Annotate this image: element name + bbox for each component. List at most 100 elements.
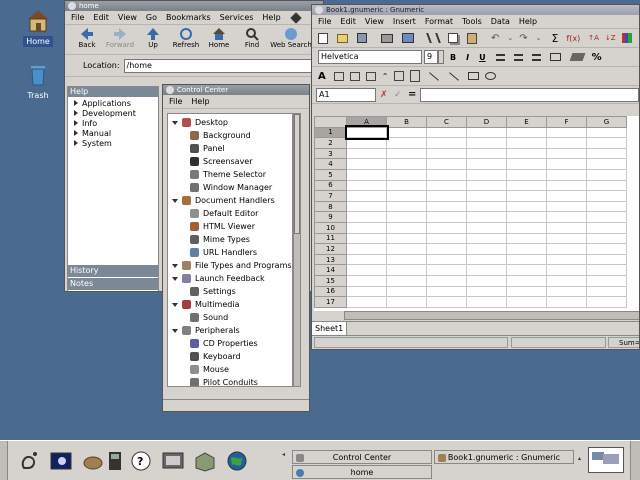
cell[interactable]	[546, 253, 587, 266]
window-menu-icon[interactable]	[315, 6, 323, 14]
tree-item[interactable]: Document Handlers	[168, 194, 292, 207]
cell[interactable]	[466, 296, 507, 308]
cell[interactable]	[426, 285, 467, 298]
print-icon[interactable]	[381, 33, 393, 43]
terminal-icon[interactable]	[108, 450, 130, 472]
expander-icon[interactable]	[172, 276, 178, 281]
cell[interactable]	[546, 232, 587, 245]
cell[interactable]	[426, 158, 467, 170]
nautilus-titlebar[interactable]: home	[65, 1, 323, 11]
cancel-edit-icon[interactable]: ✗	[380, 90, 392, 100]
task-control-center[interactable]: Control Center	[292, 450, 432, 464]
cell[interactable]	[546, 221, 587, 234]
cell[interactable]	[346, 285, 387, 298]
cell[interactable]	[506, 264, 547, 276]
desktop-icon-trash[interactable]: Trash	[14, 60, 62, 101]
cell[interactable]	[386, 264, 427, 276]
help-item-system[interactable]: System	[68, 139, 158, 149]
select-all-corner[interactable]	[314, 116, 347, 128]
column-header[interactable]: D	[466, 116, 507, 128]
frame-icon[interactable]	[349, 71, 360, 81]
row-header[interactable]: 8	[314, 200, 347, 213]
tree-item[interactable]: Mouse	[168, 363, 292, 376]
menu-tools[interactable]: Tools	[462, 17, 482, 26]
cell[interactable]	[586, 126, 627, 139]
row-header[interactable]: 10	[314, 221, 347, 234]
row-header[interactable]: 2	[314, 137, 347, 149]
cell[interactable]	[586, 296, 627, 308]
cell[interactable]	[426, 253, 467, 266]
cell[interactable]	[546, 147, 587, 160]
gnome-foot-icon[interactable]	[18, 450, 40, 472]
cell[interactable]	[426, 179, 467, 192]
cell[interactable]	[586, 232, 627, 245]
sort-ascending-icon[interactable]: ↑A	[588, 34, 599, 42]
cell[interactable]	[386, 190, 427, 202]
cell[interactable]	[586, 211, 627, 223]
cell[interactable]	[586, 147, 627, 160]
cell[interactable]	[546, 211, 587, 223]
checkbox-object-icon[interactable]	[394, 71, 405, 81]
cell[interactable]	[386, 232, 427, 245]
menu-file[interactable]: File	[169, 97, 182, 106]
cell[interactable]	[586, 264, 627, 276]
tab-notes[interactable]: Notes	[68, 278, 158, 290]
row-header[interactable]: 4	[314, 158, 347, 170]
sheet-tab[interactable]: Sheet1	[312, 322, 348, 335]
cell[interactable]	[426, 264, 467, 276]
cell[interactable]	[386, 126, 427, 139]
cell[interactable]	[426, 190, 467, 202]
panel-hide-button-left[interactable]	[0, 441, 8, 480]
tree-item[interactable]: Mime Types	[168, 233, 292, 246]
cell[interactable]	[586, 221, 627, 234]
merge-cells-icon[interactable]	[549, 53, 561, 61]
tasklist-arrow-left[interactable]: ◂	[282, 451, 290, 471]
list-object-icon[interactable]	[410, 70, 421, 82]
cell[interactable]	[386, 211, 427, 223]
cell[interactable]	[346, 232, 387, 245]
spreadsheet-grid[interactable]: ABCDEFG 1 2 3 4 5 6 7 8 9 10 11 12 13 14 15 16 17	[314, 116, 639, 311]
bold-icon[interactable]: B	[450, 53, 456, 62]
cell[interactable]	[466, 221, 507, 234]
menu-help[interactable]: Help	[519, 17, 537, 26]
back-button[interactable]: Back	[71, 27, 103, 49]
cell[interactable]	[386, 253, 427, 266]
column-header[interactable]: B	[386, 116, 427, 128]
cell[interactable]	[506, 253, 547, 266]
cell[interactable]	[466, 168, 507, 181]
button-object-icon[interactable]	[365, 71, 376, 81]
tree-item[interactable]: Default Editor	[168, 207, 292, 220]
cell[interactable]	[506, 221, 547, 234]
cell[interactable]	[546, 179, 587, 192]
tree-item[interactable]: Keyboard	[168, 350, 292, 363]
label-icon[interactable]	[333, 71, 344, 81]
cell[interactable]	[546, 190, 587, 202]
copy-icon[interactable]	[448, 33, 458, 43]
row-header[interactable]: 9	[314, 211, 347, 223]
cell[interactable]	[586, 285, 627, 298]
align-center-icon[interactable]	[513, 53, 523, 61]
row-header[interactable]: 6	[314, 179, 347, 192]
cell[interactable]	[546, 243, 587, 255]
window-menu-icon[interactable]	[68, 2, 76, 10]
tree-item[interactable]: HTML Viewer	[168, 220, 292, 233]
horizontal-scrollbar[interactable]	[344, 311, 639, 320]
cell[interactable]	[506, 296, 547, 308]
cut-icon[interactable]	[426, 33, 441, 43]
redo-icon[interactable]: ↷	[519, 33, 527, 44]
refresh-button[interactable]: Refresh	[170, 27, 202, 49]
cell[interactable]	[466, 232, 507, 245]
cell[interactable]	[386, 243, 427, 255]
cell[interactable]	[546, 296, 587, 308]
cell[interactable]	[386, 274, 427, 287]
cell[interactable]	[506, 190, 547, 202]
percent-icon[interactable]: %	[592, 52, 602, 63]
cell[interactable]	[386, 168, 427, 181]
cell[interactable]	[506, 126, 547, 139]
cell[interactable]	[346, 200, 387, 213]
cell[interactable]	[586, 190, 627, 202]
cell[interactable]	[586, 158, 627, 170]
sidebar-header[interactable]: Help	[68, 87, 158, 97]
cell[interactable]	[466, 179, 507, 192]
cell[interactable]	[546, 274, 587, 287]
